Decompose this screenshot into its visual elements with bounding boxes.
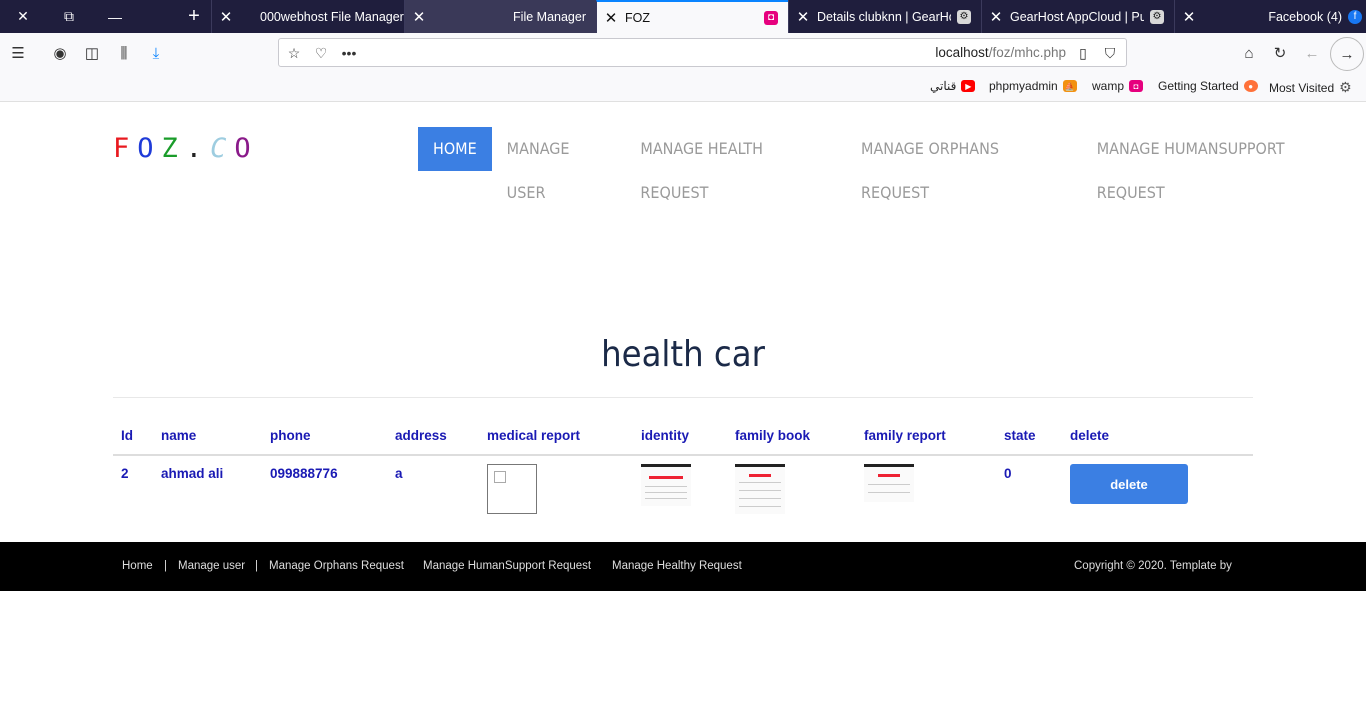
bookmark-phpmyadmin[interactable]: phpmyadmin ⛵: [989, 79, 1077, 93]
close-tab-icon[interactable]: ✕: [405, 8, 433, 26]
footer-link-manage-orphans-request[interactable]: Manage Orphans Request: [269, 560, 404, 572]
tab-facebook[interactable]: ✕ Facebook (4) f: [1174, 0, 1366, 33]
tab-details-clubknn[interactable]: ✕ Details clubknn | GearHo ⚙: [788, 0, 981, 33]
column-header-identity: identity: [641, 428, 690, 443]
logo-letter: O: [137, 133, 162, 164]
gear-icon: ⚙: [1150, 9, 1164, 24]
delete-button[interactable]: delete: [1070, 464, 1188, 504]
reload-icon[interactable]: ↻: [1268, 41, 1292, 65]
more-actions-icon[interactable]: •••: [338, 42, 360, 64]
close-tab-icon[interactable]: ✕: [212, 8, 240, 26]
window-minimize-icon[interactable]: —: [92, 0, 138, 33]
account-icon[interactable]: ◉: [48, 41, 72, 65]
cell-id: 2: [121, 466, 129, 481]
column-header-family-report: family report: [864, 428, 946, 443]
logo-letter: F: [113, 133, 138, 164]
column-header-phone: phone: [270, 428, 311, 443]
bookmark-most-visited[interactable]: Most Visited ⚙: [1269, 79, 1352, 96]
footer-link-manage-humansupport-request[interactable]: Manage HumanSupport Request: [423, 560, 591, 572]
identity-image[interactable]: [641, 464, 691, 506]
shield-icon[interactable]: ⛉: [1099, 42, 1121, 64]
footer-separator: |: [255, 560, 258, 572]
firefox-icon: ●: [1243, 80, 1258, 92]
column-header-state: state: [1004, 428, 1036, 443]
gear-icon: ⚙: [957, 9, 971, 24]
gear-icon: ⚙: [1339, 79, 1352, 95]
main-nav: HOME MANAGE USER MANAGE HEALTH REQUEST M…: [418, 127, 1366, 202]
nav-manage-health-request[interactable]: MANAGE HEALTH REQUEST: [625, 127, 846, 202]
nav-manage-orphans-request[interactable]: MANAGE ORPHANS REQUEST: [846, 127, 1082, 202]
table-header-divider: [113, 454, 1253, 456]
column-header-address: address: [395, 428, 447, 443]
footer-link-manage-healthy-request[interactable]: Manage Healthy Request: [612, 560, 742, 572]
tab-gearhost-appcloud[interactable]: ✕ GearHost AppCloud | Pu ⚙: [981, 0, 1174, 33]
close-tab-icon[interactable]: ✕: [789, 8, 817, 26]
facebook-icon: f: [1348, 9, 1362, 24]
column-header-id: Id: [121, 428, 133, 443]
close-tab-icon[interactable]: ✕: [1175, 8, 1203, 26]
cell-name: ahmad ali: [161, 466, 224, 481]
tab-foz[interactable]: ✕ FOZ ◘: [596, 0, 788, 33]
wamp-icon: ◘: [764, 10, 778, 25]
page-title: health car: [601, 334, 765, 375]
url-text[interactable]: localhost/foz/mhc.php: [935, 45, 1066, 60]
window-close-icon[interactable]: ✕: [0, 0, 46, 33]
site-logo[interactable]: FOZ.CO: [113, 133, 259, 164]
close-tab-icon[interactable]: ✕: [982, 8, 1010, 26]
nav-manage-user[interactable]: MANAGE USER: [492, 127, 626, 202]
page-icon[interactable]: ▯: [1072, 42, 1094, 64]
back-icon[interactable]: ←: [1300, 41, 1324, 65]
nav-manage-humansupport-request[interactable]: MANAGE HUMANSUPPORT REQUEST: [1082, 127, 1366, 202]
logo-letter: Z: [161, 133, 186, 164]
medical-report-image[interactable]: [487, 464, 537, 514]
logo-letter: C: [210, 133, 235, 164]
window-restore-icon[interactable]: ⧉: [46, 0, 92, 33]
bookmark-youtube[interactable]: قناتي ▶: [930, 79, 976, 93]
logo-letter: .: [185, 133, 211, 164]
browser-tab-bar: ✕ ⧉ — + ✕ 000webhost File Manager ✕ File…: [0, 0, 1366, 33]
footer-copyright: Copyright © 2020. Template by: [1074, 560, 1232, 572]
footer-link-manage-user[interactable]: Manage user: [178, 560, 245, 572]
logo-letter: O: [234, 133, 259, 164]
bookmark-star-icon[interactable]: ☆: [283, 42, 305, 64]
divider: [113, 397, 1253, 398]
sidebar-icon[interactable]: ◫: [80, 41, 104, 65]
family-book-image[interactable]: [735, 464, 785, 514]
phpmyadmin-icon: ⛵: [1062, 80, 1077, 92]
column-header-medical-report: medical report: [487, 428, 581, 443]
cell-phone: 099888776: [270, 466, 338, 481]
column-header-family-book: family book: [735, 428, 811, 443]
footer-link-home[interactable]: Home: [122, 560, 153, 572]
navigation-toolbar: ☰ ◉ ◫ ⫼ ⤓ ☆ ♡ ••• localhost/foz/mhc.php …: [0, 33, 1366, 73]
tab-file-manager-000webhost[interactable]: ✕ 000webhost File Manager: [211, 0, 404, 33]
url-bar[interactable]: ☆ ♡ ••• localhost/foz/mhc.php ▯ ⛉: [278, 38, 1127, 67]
column-header-delete: delete: [1070, 428, 1110, 443]
pocket-icon[interactable]: ♡: [310, 42, 332, 64]
bookmark-getting-started[interactable]: Getting Started ●: [1158, 79, 1258, 93]
menu-icon[interactable]: ☰: [6, 41, 30, 65]
home-icon[interactable]: ⌂: [1237, 41, 1261, 65]
close-tab-icon[interactable]: ✕: [597, 9, 625, 27]
wamp-icon: ◘: [1129, 80, 1144, 92]
library-icon[interactable]: ⫼: [112, 41, 136, 65]
family-report-image[interactable]: [864, 464, 914, 502]
forward-icon[interactable]: →: [1330, 37, 1364, 71]
youtube-icon: ▶: [961, 80, 976, 92]
tab-file-manager[interactable]: ✕ File Manager: [404, 0, 596, 33]
cell-address: a: [395, 466, 403, 481]
cell-state: 0: [1004, 466, 1012, 481]
nav-home[interactable]: HOME: [418, 127, 492, 171]
column-header-name: name: [161, 428, 197, 443]
footer-separator: |: [164, 560, 167, 572]
download-icon[interactable]: ⤓: [144, 41, 168, 65]
site-footer: Home | Manage user | Manage Orphans Requ…: [0, 542, 1366, 591]
bookmark-wamp[interactable]: wamp ◘: [1092, 79, 1144, 93]
bookmarks-toolbar: قناتي ▶ phpmyadmin ⛵ wamp ◘ Getting Star…: [0, 73, 1366, 102]
